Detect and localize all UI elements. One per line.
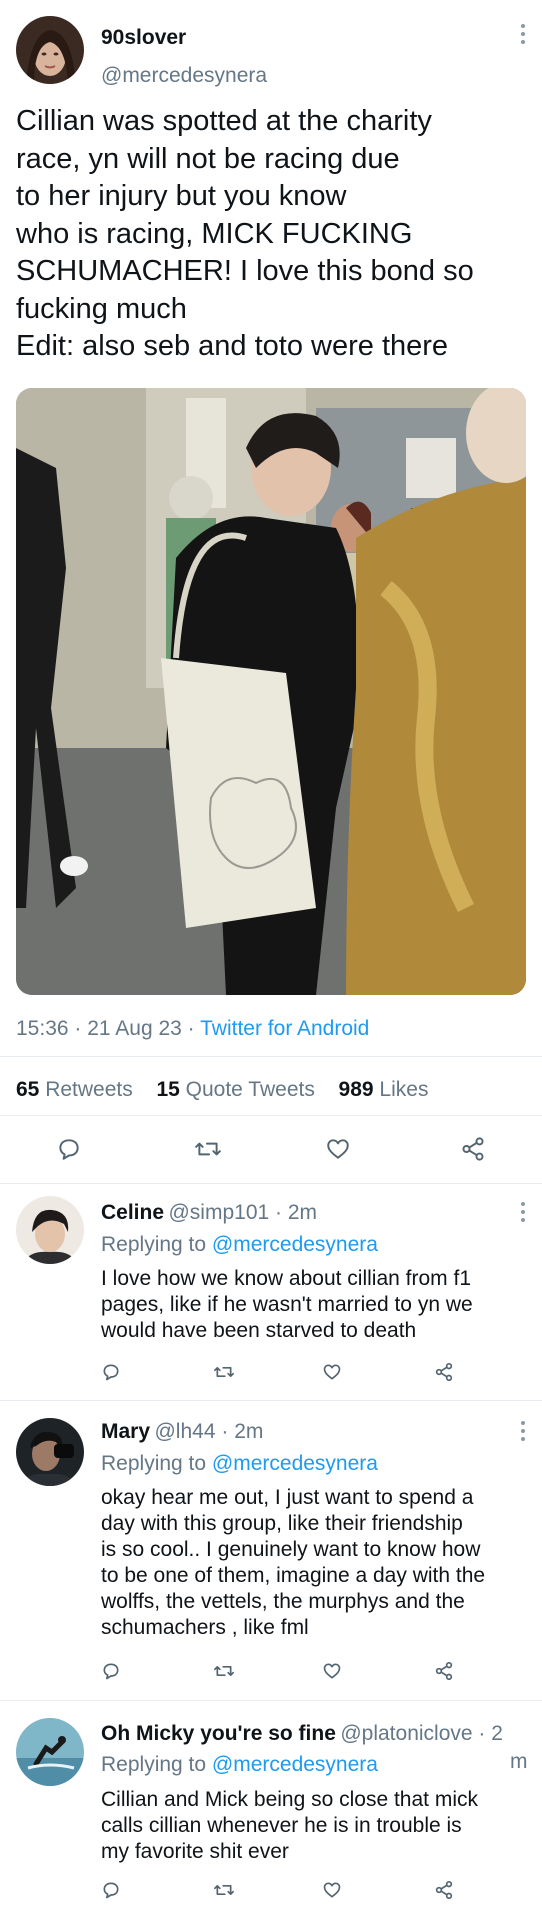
reply-header: Oh Micky you're so fine @platoniclove · … [101, 1722, 503, 1745]
tweet-text-line: Cillian was spotted at the charity [16, 105, 432, 137]
reply-icon[interactable] [101, 1880, 121, 1900]
divider [0, 1700, 542, 1701]
more-icon[interactable] [520, 1421, 526, 1445]
reply-avatar[interactable] [16, 1196, 84, 1264]
likes-stat[interactable]: 989 Likes [339, 1078, 429, 1101]
replying-to-handle[interactable]: @mercedesynera [212, 1452, 378, 1475]
reply-icon[interactable] [101, 1362, 121, 1382]
replying-to-handle[interactable]: @mercedesynera [212, 1233, 378, 1256]
more-icon[interactable] [520, 1202, 526, 1226]
reply-author-handle[interactable]: @simp101 [168, 1201, 269, 1224]
retweet-icon[interactable] [213, 1880, 235, 1900]
reply-text-line: I love how we know about cillian from f1 [101, 1267, 472, 1290]
tweet-date: 21 Aug 23 [87, 1017, 182, 1040]
divider [0, 1400, 542, 1401]
divider [0, 1183, 542, 1184]
reply-avatar[interactable] [16, 1718, 84, 1786]
tweet-time: 15:36 [16, 1017, 69, 1040]
retweet-icon[interactable] [213, 1661, 235, 1681]
divider [0, 1115, 542, 1116]
reply-header: Celine @simp101 · 2m [101, 1201, 318, 1224]
reply-time: 2m [287, 1201, 318, 1224]
reply-text-line: okay hear me out, I just want to spend a [101, 1486, 474, 1509]
reply-text-line: is so cool.. I genuinely want to know ho… [101, 1538, 481, 1561]
more-icon[interactable] [520, 24, 526, 48]
author-handle[interactable]: @mercedesynera [101, 64, 267, 88]
tweet-text-line: Edit: also seb and toto were there [16, 330, 449, 362]
replying-to: Replying to @mercedesynera [101, 1233, 378, 1257]
replying-label: Replying to [101, 1753, 207, 1776]
reply-avatar[interactable] [16, 1418, 84, 1486]
reply-author-name[interactable]: Oh Micky you're so fine [101, 1722, 336, 1745]
like-icon[interactable] [325, 1136, 351, 1162]
reply-icon[interactable] [56, 1136, 82, 1162]
retweets-stat[interactable]: 65 Retweets [16, 1078, 133, 1101]
reply-author-handle[interactable]: @platoniclove [340, 1722, 472, 1745]
reply-text-line: calls cillian whenever he is in trouble … [101, 1814, 462, 1837]
quotes-stat[interactable]: 15 Quote Tweets [156, 1078, 314, 1101]
like-icon[interactable] [322, 1661, 342, 1681]
reply-text-line: my favorite shit ever [101, 1840, 289, 1863]
retweets-label: Retweets [45, 1078, 133, 1101]
divider [0, 1056, 542, 1057]
reply-text-line: wolffs, the vettels, the murphys and the [101, 1590, 465, 1613]
share-icon[interactable] [434, 1661, 454, 1681]
quotes-label: Quote Tweets [185, 1078, 315, 1101]
reply-text: okay hear me out, I just want to spend a… [101, 1485, 485, 1641]
tweet-timestamp: 15:36 · 21 Aug 23 · Twitter for Android [16, 1017, 370, 1040]
reply-text-line: would have been starved to death [101, 1319, 417, 1342]
tweet-stats: 65 Retweets 15 Quote Tweets 989 Likes [16, 1078, 428, 1102]
tweet-text: Cillian was spotted at the charity race,… [16, 103, 474, 366]
tweet-photo[interactable] [16, 388, 526, 995]
quote-count: 15 [156, 1078, 180, 1101]
reply-text-line: schumachers , like fml [101, 1616, 309, 1639]
replying-to: Replying to @mercedesynera [101, 1452, 378, 1476]
reply-time-wrap: m [510, 1750, 528, 1773]
reply-icon[interactable] [101, 1661, 121, 1681]
reply-text-line: to be one of them, imagine a day with th… [101, 1564, 486, 1587]
tweet-source[interactable]: Twitter for Android [200, 1017, 369, 1040]
retweet-count: 65 [16, 1078, 40, 1101]
likes-label: Likes [379, 1078, 429, 1101]
author-avatar[interactable] [16, 16, 84, 84]
retweet-icon[interactable] [213, 1362, 235, 1382]
reply-author-handle[interactable]: @lh44 [154, 1420, 215, 1443]
like-count: 989 [338, 1078, 374, 1101]
replying-label: Replying to [101, 1452, 207, 1475]
tweet-text-line: to her injury but you know [16, 180, 347, 212]
reply-text-line: day with this group, like their friendsh… [101, 1512, 463, 1535]
tweet-text-line: SCHUMACHER! I love this bond so [16, 255, 474, 287]
reply-text-line: Cillian and Mick being so close that mic… [101, 1788, 478, 1811]
tweet-text-line: fucking much [16, 292, 187, 325]
reply-author-name[interactable]: Celine [101, 1201, 164, 1224]
reply-time: 2 [491, 1722, 503, 1745]
share-icon[interactable] [434, 1362, 454, 1382]
replying-to-handle[interactable]: @mercedesynera [212, 1753, 378, 1776]
author-name[interactable]: 90slover [101, 26, 186, 50]
replying-label: Replying to [101, 1233, 207, 1256]
like-icon[interactable] [322, 1880, 342, 1900]
replying-to: Replying to @mercedesynera [101, 1753, 378, 1777]
reply-header: Mary @lh44 · 2m [101, 1420, 264, 1443]
reply-text-line: pages, like if he wasn't married to yn w… [101, 1293, 473, 1316]
reply-author-name[interactable]: Mary [101, 1420, 150, 1443]
like-icon[interactable] [322, 1362, 342, 1382]
reply-time: 2m [234, 1420, 264, 1443]
reply-text: Cillian and Mick being so close that mic… [101, 1787, 478, 1865]
share-icon[interactable] [434, 1880, 454, 1900]
tweet-text-line: race, yn will not be racing due [16, 142, 400, 175]
retweet-icon[interactable] [194, 1136, 222, 1162]
share-icon[interactable] [460, 1136, 486, 1162]
reply-text: I love how we know about cillian from f1… [101, 1266, 473, 1344]
tweet-text-line: who is racing, MICK FUCKING [16, 217, 413, 250]
